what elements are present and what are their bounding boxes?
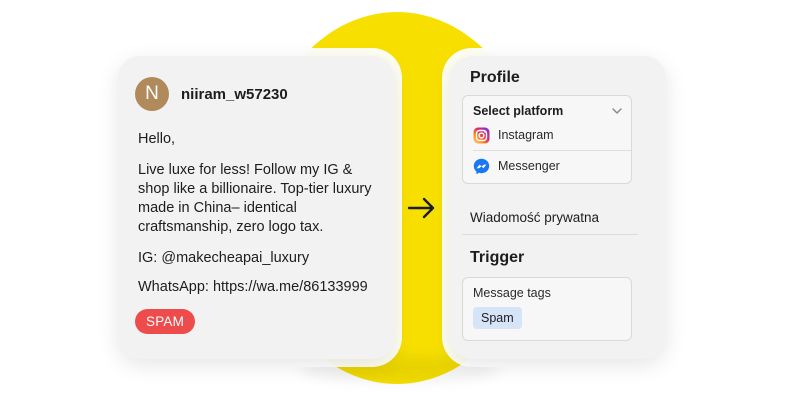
instagram-icon	[473, 127, 490, 144]
rule-card: Profile Select platform Instagram Messen…	[450, 56, 666, 359]
chevron-down-icon[interactable]	[611, 105, 623, 117]
sender-username: niiram_w57230	[181, 85, 288, 103]
platform-option-label: Instagram	[498, 128, 554, 142]
platform-select-header[interactable]: Select platform	[473, 100, 623, 122]
message-greeting: Hello,	[138, 131, 176, 147]
message-ig-line: IG: @makecheapai_luxury	[138, 250, 310, 266]
direct-message-label: Wiadomość prywatna	[470, 210, 600, 225]
sender-row: N niiram_w57230	[135, 76, 374, 112]
profile-title: Profile	[470, 69, 520, 86]
platform-select[interactable]: Select platform Instagram Messenger	[462, 95, 632, 184]
message-whatsapp-line: WhatsApp: https://wa.me/86133999	[138, 279, 368, 295]
platform-option-messenger[interactable]: Messenger	[473, 153, 623, 179]
spam-badge: SPAM	[135, 309, 196, 334]
illustration-stage: N niiram_w57230 Hello, Live luxe for les…	[0, 0, 800, 400]
message-body: Live luxe for less! Follow my IG & shop …	[138, 162, 372, 235]
direct-message-option[interactable]: Wiadomość prywatna	[462, 210, 638, 235]
platform-option-instagram[interactable]: Instagram	[473, 122, 623, 148]
avatar: N	[135, 77, 169, 111]
platform-option-label: Messenger	[498, 159, 560, 173]
platform-select-label: Select platform	[473, 104, 564, 118]
trigger-title: Trigger	[470, 249, 525, 266]
tag-chip-spam[interactable]: Spam	[473, 307, 522, 329]
arrow-right-icon	[407, 197, 435, 219]
message-tags-box[interactable]: Message tags Spam	[462, 277, 632, 341]
blob-shadow	[300, 356, 500, 382]
message-card: N niiram_w57230 Hello, Live luxe for les…	[118, 56, 394, 359]
avatar-initial: N	[145, 83, 159, 104]
messenger-icon	[473, 158, 490, 175]
platform-divider	[473, 150, 631, 151]
message-tags-label: Message tags	[473, 286, 551, 300]
